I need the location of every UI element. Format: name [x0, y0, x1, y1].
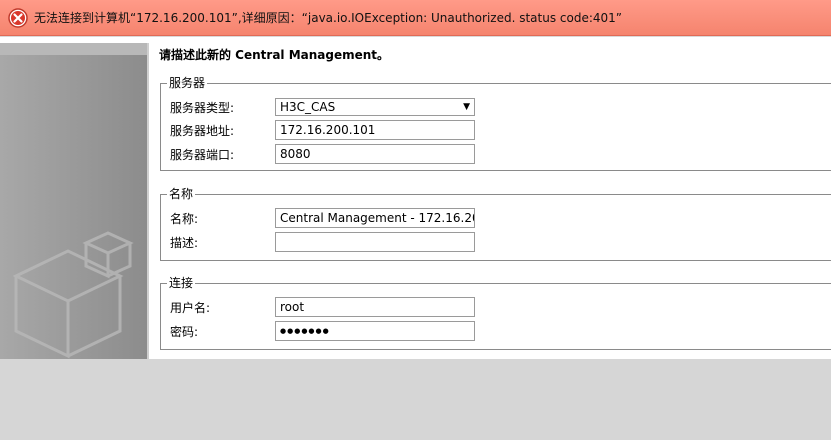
password-row: 密码: ●●●●●●● [170, 321, 475, 341]
server-port-row: 服务器端口: 8080 [170, 144, 475, 164]
button-bar [0, 359, 831, 440]
server-fieldset: 服务器 服务器类型: H3C_CAS ▼ 服务器地址: 172.16.200.1… [160, 76, 831, 171]
cubes-logo-icon [12, 231, 134, 359]
side-panel-header [0, 43, 147, 55]
connection-legend: 连接 [167, 276, 196, 290]
username-label: 用户名: [170, 300, 211, 315]
error-icon [8, 7, 28, 28]
description-input[interactable] [275, 232, 475, 252]
side-panel [0, 43, 147, 359]
name-row: 名称: Central Management - 172.16.200.1 [170, 208, 475, 228]
page-title: 请描述此新的 Central Management。 [159, 48, 390, 62]
error-banner: 无法连接到计算机“172.16.200.101”,详细原因：“java.io.I… [0, 0, 831, 36]
server-address-label: 服务器地址: [170, 123, 235, 138]
server-type-select[interactable]: H3C_CAS ▼ [275, 98, 475, 116]
description-label: 描述: [170, 235, 199, 250]
password-label: 密码: [170, 324, 199, 339]
description-row: 描述: [170, 232, 475, 252]
username-row: 用户名: root [170, 297, 475, 317]
server-type-value: H3C_CAS [280, 100, 336, 114]
connection-fieldset: 连接 用户名: root 密码: ●●●●●●● [160, 276, 831, 350]
dropdown-arrow-icon[interactable]: ▼ [463, 99, 470, 115]
server-address-row: 服务器地址: 172.16.200.101 [170, 120, 475, 140]
server-type-row: 服务器类型: H3C_CAS ▼ [170, 97, 475, 117]
server-port-label: 服务器端口: [170, 147, 235, 162]
name-fieldset: 名称 名称: Central Management - 172.16.200.1… [160, 187, 831, 261]
server-port-input[interactable]: 8080 [275, 144, 475, 164]
name-label: 名称: [170, 211, 199, 226]
password-input[interactable]: ●●●●●●● [275, 321, 475, 341]
username-input[interactable]: root [275, 297, 475, 317]
server-type-label: 服务器类型: [170, 100, 235, 115]
dialog-content: 请描述此新的 Central Management。 服务器 服务器类型: H3… [0, 37, 831, 359]
name-legend: 名称 [167, 187, 196, 201]
name-input[interactable]: Central Management - 172.16.200.1 [275, 208, 475, 228]
server-address-input[interactable]: 172.16.200.101 [275, 120, 475, 140]
server-legend: 服务器 [167, 76, 208, 90]
panel-divider [147, 43, 149, 359]
error-message: 无法连接到计算机“172.16.200.101”,详细原因：“java.io.I… [34, 11, 623, 25]
